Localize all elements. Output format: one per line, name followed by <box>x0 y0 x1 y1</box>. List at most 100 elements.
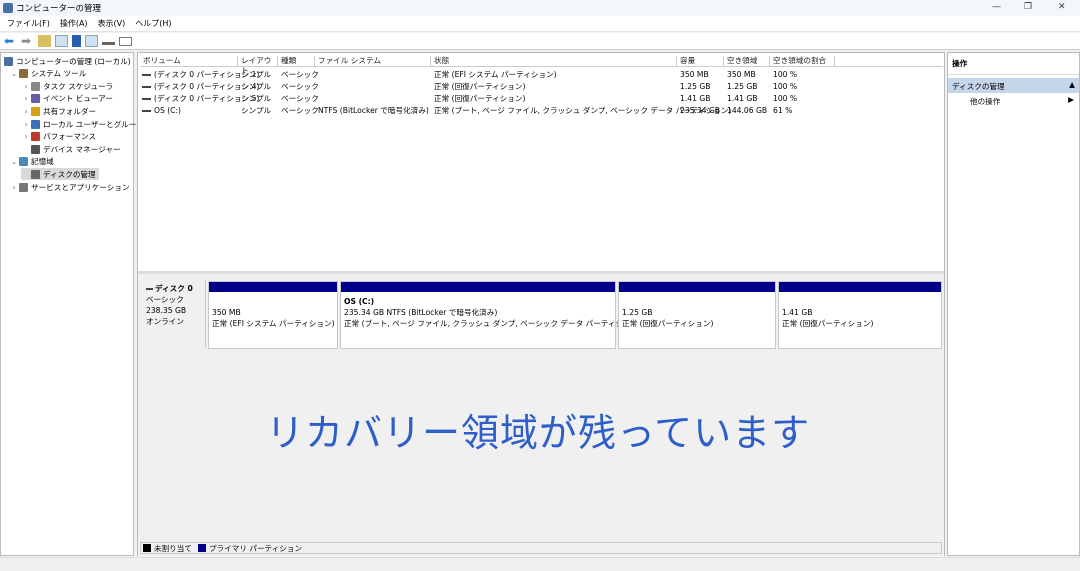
volume-cell: 350 MB <box>680 70 709 79</box>
tree-item-label: システム ツール <box>31 69 87 79</box>
tree-item[interactable]: › パフォーマンス <box>21 131 96 143</box>
expander-icon[interactable]: › <box>21 120 31 129</box>
view-icon[interactable] <box>119 36 132 46</box>
volume-row[interactable]: (ディスク 0 パーティション 5) シンプル ベーシック 正常 (回復パーティション… <box>138 93 944 105</box>
tree-item-label: ディスクの管理 <box>43 169 96 179</box>
maximize-button[interactable]: ❐ <box>1024 2 1032 12</box>
column-header[interactable]: 空き領域の割合 <box>770 56 835 67</box>
partition-block[interactable]: 1.25 GB 正常 (回復パーティション) <box>618 281 776 349</box>
partition-line: 正常 (回復パーティション) <box>622 319 714 328</box>
volume-cell: 144.06 GB <box>727 106 768 115</box>
forward-icon[interactable]: ➡ <box>21 35 34 47</box>
partition-line: 正常 (ブート, ページ ファイル, クラッシュ ダンプ, ベーシック データ … <box>344 319 642 328</box>
volume-cell: 61 % <box>773 106 793 115</box>
disk-label[interactable]: ディスク 0 ベーシック 238.35 GB オンライン <box>140 280 206 348</box>
expander-icon[interactable]: › <box>21 94 31 103</box>
column-header[interactable]: 空き領域 <box>724 56 770 67</box>
column-header[interactable]: 種類 <box>278 56 315 67</box>
volume-cell: OS (C:) <box>154 106 181 115</box>
back-icon[interactable]: ⬅ <box>4 35 17 47</box>
disk-management-pane: ボリューム レイアウト 種類 ファイル システム 状態 容量 空き領域 空き領域の割合 (ディス… <box>137 52 945 556</box>
action-more[interactable]: 他の操作 ▶ <box>948 93 1079 108</box>
partition-line: 正常 (回復パーティション) <box>782 319 874 328</box>
tree-item[interactable]: › タスク スケジューラ <box>21 80 113 92</box>
tree-item[interactable]: コンピューターの管理 (ローカル) <box>4 55 131 67</box>
volume-cell: 1.25 GB <box>727 82 758 91</box>
tree-node-icon <box>31 169 40 179</box>
partition-line: 正常 (EFI システム パーティション) <box>212 319 335 328</box>
partition-bar <box>619 282 775 292</box>
tree-item[interactable]: デバイス マネージャー <box>21 143 121 155</box>
volume-cell: シンプル <box>241 82 272 91</box>
tree-item-label: 記憶域 <box>31 157 54 167</box>
disk-type: ベーシック <box>146 295 184 304</box>
tree-item[interactable]: › イベント ビューアー <box>21 93 113 105</box>
expander-icon[interactable]: ⌄ <box>9 69 19 78</box>
volume-cell: 1.41 GB <box>680 94 711 103</box>
partition-bar <box>341 282 615 292</box>
close-button[interactable]: ✕ <box>1058 2 1066 12</box>
properties-icon[interactable] <box>85 35 98 47</box>
partition-line <box>782 296 938 307</box>
tree-item[interactable]: › サービスとアプリケーション <box>9 181 130 193</box>
help-icon[interactable] <box>72 35 81 47</box>
partition-bar <box>779 282 941 292</box>
expander-icon[interactable]: › <box>21 132 31 141</box>
show-tree-icon[interactable] <box>55 35 68 47</box>
menu-view[interactable]: 表示(V) <box>98 18 126 29</box>
tree-node-icon <box>31 144 40 154</box>
volume-row[interactable]: OS (C:) シンプル ベーシック NTFS (BitLocker で暗号化済み) 正… <box>138 105 944 117</box>
actions-section-disk-management[interactable]: ディスクの管理 ▲ <box>948 78 1079 93</box>
expander-icon[interactable]: ⌄ <box>9 157 19 166</box>
tree-item[interactable]: ディスクの管理 <box>21 168 99 181</box>
tree-item[interactable]: › 共有フォルダー <box>21 105 96 117</box>
volume-row[interactable]: (ディスク 0 パーティション 4) シンプル ベーシック 正常 (回復パーティション… <box>138 81 944 93</box>
disk-name: ディスク 0 <box>155 284 193 293</box>
legend-primary-swatch <box>197 544 206 552</box>
volume-cell: 1.25 GB <box>680 82 711 91</box>
tree-item[interactable]: ⌄ システム ツール <box>9 68 86 80</box>
column-header[interactable]: 容量 <box>677 56 724 67</box>
actions-pane: 操作 ディスクの管理 ▲ 他の操作 ▶ <box>947 52 1080 556</box>
volume-cell: ベーシック <box>281 106 319 115</box>
minimize-button[interactable]: — <box>992 2 1001 12</box>
tree-node-icon <box>31 94 40 104</box>
disk-status: オンライン <box>146 317 184 326</box>
tree-item-label: パフォーマンス <box>43 132 97 142</box>
up-folder-icon[interactable] <box>38 35 51 47</box>
volume-cell: 100 % <box>773 70 798 79</box>
tree-node-icon <box>19 157 28 167</box>
expander-icon[interactable]: › <box>21 107 31 116</box>
volume-cell: シンプル <box>241 94 272 103</box>
volume-row[interactable]: (ディスク 0 パーティション 1) シンプル ベーシック 正常 (EFI システム … <box>138 69 944 81</box>
expander-icon[interactable]: › <box>9 183 19 192</box>
volume-list: ボリューム レイアウト 種類 ファイル システム 状態 容量 空き領域 空き領域の割合 (ディス… <box>138 53 944 267</box>
navigation-tree: コンピューターの管理 (ローカル) ⌄ システム ツール › タスク スケジューラ › イベ… <box>0 52 144 556</box>
partition-text: OS (C:) 235.34 GB NTFS (BitLocker で暗号化済み)… <box>341 292 642 333</box>
partition-block[interactable]: 1.41 GB 正常 (回復パーティション) <box>778 281 942 349</box>
tree-node-icon <box>31 106 40 116</box>
partition-line: 1.41 GB <box>782 308 813 317</box>
menu-file[interactable]: ファイル(F) <box>7 18 50 29</box>
tree-item[interactable]: › ローカル ユーザーとグループ <box>21 118 144 130</box>
column-header[interactable]: ボリューム <box>140 56 238 67</box>
tree-node-icon <box>19 69 28 79</box>
partition-line: 235.34 GB NTFS (BitLocker で暗号化済み) <box>344 308 498 317</box>
expander-icon[interactable]: › <box>21 82 31 91</box>
menu-help[interactable]: ヘルプ(H) <box>135 18 171 29</box>
menu-action[interactable]: 操作(A) <box>60 18 88 29</box>
action-more-label: 他の操作 <box>970 97 1001 106</box>
partition-block[interactable]: 350 MB 正常 (EFI システム パーティション) <box>208 281 338 349</box>
tree-item-label: デバイス マネージャー <box>43 144 121 154</box>
volume-cell: 235.34 GB <box>680 106 721 115</box>
legend-unallocated: 未割り当て <box>154 543 192 553</box>
partition-block[interactable]: OS (C:) 235.34 GB NTFS (BitLocker で暗号化済み)… <box>340 281 642 349</box>
column-header[interactable]: 状態 <box>431 56 677 67</box>
column-header[interactable]: レイアウト <box>238 56 278 75</box>
volume-cell: 1.41 GB <box>727 94 758 103</box>
tree-item[interactable]: ⌄ 記憶域 <box>9 156 54 168</box>
column-header[interactable]: ファイル システム <box>315 56 431 67</box>
tree-item-label: サービスとアプリケーション <box>31 182 130 192</box>
connect-icon[interactable] <box>102 37 115 45</box>
collapse-icon[interactable]: ▲ <box>1069 80 1075 89</box>
